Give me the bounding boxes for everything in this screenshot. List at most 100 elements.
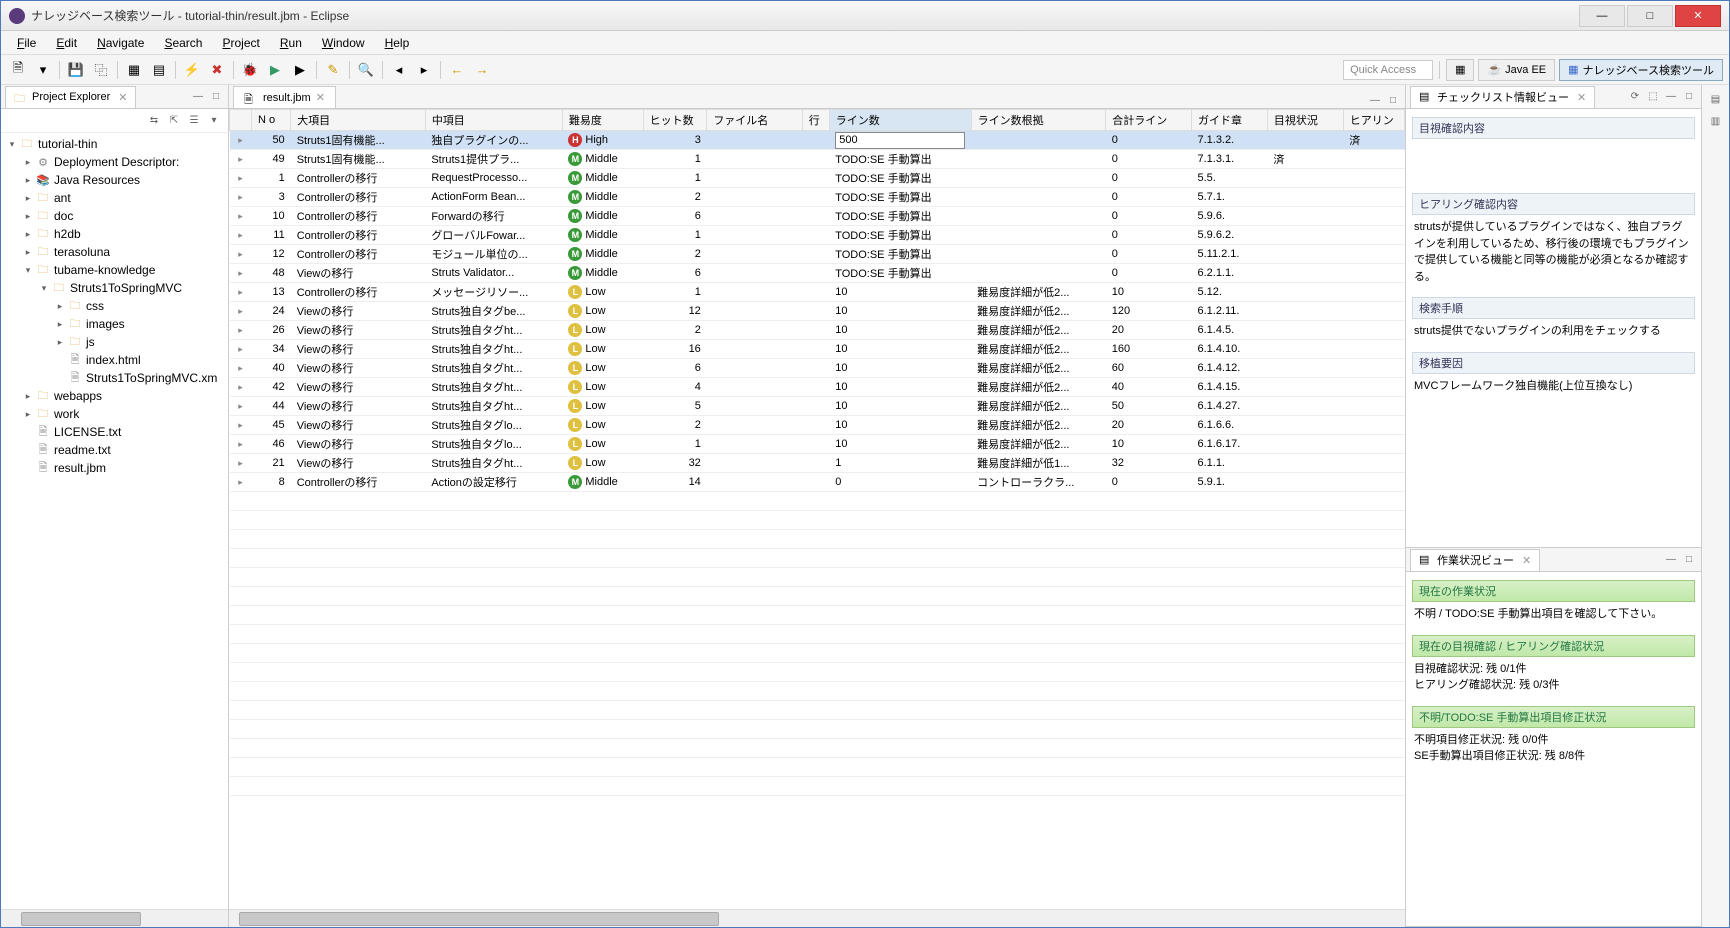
link-editor-button[interactable]: ⇱ [166, 113, 182, 129]
table-row[interactable]: ▸8Controllerの移行Actionの設定移行MMiddle140コントロ… [230, 473, 1405, 492]
column-header[interactable]: 難易度 [562, 110, 643, 131]
menu-help[interactable]: Help [375, 33, 420, 53]
row-expander[interactable]: ▸ [230, 435, 252, 454]
tree-item[interactable]: ▸🗀work [1, 405, 228, 423]
expander-icon[interactable]: ▾ [21, 265, 35, 276]
column-header[interactable]: 大項目 [291, 110, 426, 131]
column-header[interactable]: ライン数 [829, 110, 971, 131]
menu-search[interactable]: Search [154, 33, 212, 53]
expander-icon[interactable]: ▸ [53, 319, 67, 330]
tree-item[interactable]: ▸🗀h2db [1, 225, 228, 243]
expander-icon[interactable]: ▸ [53, 301, 67, 312]
row-expander[interactable]: ▸ [230, 207, 252, 226]
column-header[interactable]: ガイド章 [1191, 110, 1267, 131]
row-expander[interactable]: ▸ [230, 378, 252, 397]
column-header[interactable]: ファイル名 [707, 110, 802, 131]
row-expander[interactable]: ▸ [230, 245, 252, 264]
tree-item[interactable]: 🗎Struts1ToSpringMVC.xm [1, 369, 228, 387]
column-header[interactable]: ヒアリン [1343, 110, 1404, 131]
lines-cell[interactable]: TODO:SE 手動算出 [829, 150, 971, 169]
column-header[interactable]: N o [252, 110, 291, 131]
close-button[interactable]: ✕ [1675, 5, 1721, 27]
checklist-toolbar-1[interactable]: ⟳ [1627, 89, 1643, 105]
table-row[interactable]: ▸49Struts1固有機能...Struts1提供プラ...MMiddle1T… [230, 150, 1405, 169]
save-all-button[interactable]: ⿻ [90, 59, 112, 81]
column-header[interactable] [230, 110, 252, 131]
expander-icon[interactable]: ▸ [21, 211, 35, 222]
row-expander[interactable]: ▸ [230, 150, 252, 169]
maximize-editor-button[interactable]: □ [1385, 92, 1401, 108]
lines-cell[interactable]: 0 [829, 473, 971, 492]
project-explorer-tab[interactable]: 🗀 Project Explorer ✕ [5, 86, 136, 108]
tree-item[interactable]: ▸🗀ant [1, 189, 228, 207]
wand-button[interactable]: ⚡ [181, 59, 203, 81]
maximize-view-button[interactable]: □ [1681, 89, 1697, 105]
kb-perspective-button[interactable]: ▦ナレッジベース検索ツール [1559, 59, 1723, 81]
expander-icon[interactable]: ▸ [21, 229, 35, 240]
maximize-view-button[interactable]: □ [1681, 552, 1697, 568]
tree-item[interactable]: ▸🗀js [1, 333, 228, 351]
tree-item[interactable]: ▸🗀images [1, 315, 228, 333]
table-row[interactable]: ▸26Viewの移行Struts独自タグht...LLow210難易度詳細が低2… [230, 321, 1405, 340]
maximize-view-button[interactable]: □ [208, 89, 224, 105]
new-dropdown[interactable]: ▾ [32, 59, 54, 81]
row-expander[interactable]: ▸ [230, 340, 252, 359]
row-expander[interactable]: ▸ [230, 302, 252, 321]
lines-input[interactable] [835, 132, 965, 149]
tree-item[interactable]: ▸🗀terasoluna [1, 243, 228, 261]
minimize-button[interactable]: — [1579, 5, 1625, 27]
lines-cell[interactable]: TODO:SE 手動算出 [829, 226, 971, 245]
row-expander[interactable]: ▸ [230, 131, 252, 150]
column-header[interactable]: 目視状況 [1267, 110, 1343, 131]
menu-edit[interactable]: Edit [46, 33, 87, 53]
column-header[interactable]: 行 [802, 110, 829, 131]
run-ext-button[interactable]: ▶ [289, 59, 311, 81]
table-row[interactable]: ▸50Struts1固有機能...独自プラグインの...HHigh307.1.3… [230, 131, 1405, 150]
close-editor-icon[interactable]: ✕ [316, 91, 325, 104]
lines-cell[interactable]: 10 [829, 321, 971, 340]
table-row[interactable]: ▸1Controllerの移行RequestProcesso...MMiddle… [230, 169, 1405, 188]
row-expander[interactable]: ▸ [230, 359, 252, 378]
quick-access-input[interactable]: Quick Access [1343, 60, 1433, 80]
row-expander[interactable]: ▸ [230, 416, 252, 435]
lines-cell[interactable]: TODO:SE 手動算出 [829, 169, 971, 188]
sheet2-button[interactable]: ▤ [148, 59, 170, 81]
table-row[interactable]: ▸44Viewの移行Struts独自タグht...LLow510難易度詳細が低2… [230, 397, 1405, 416]
expander-icon[interactable]: ▸ [21, 391, 35, 402]
editor-hscrollbar[interactable] [229, 909, 1405, 927]
menu-window[interactable]: Window [312, 33, 375, 53]
close-icon[interactable]: ✕ [1522, 554, 1531, 567]
filter-button[interactable]: ☰ [186, 113, 202, 129]
save-button[interactable]: 💾 [65, 59, 87, 81]
nav-right-button[interactable]: ▸ [413, 59, 435, 81]
row-expander[interactable]: ▸ [230, 188, 252, 207]
tree-item[interactable]: 🗎index.html [1, 351, 228, 369]
tree-item[interactable]: ▾🗀Struts1ToSpringMVC [1, 279, 228, 297]
table-row[interactable]: ▸45Viewの移行Struts独自タグlo...LLow210難易度詳細が低2… [230, 416, 1405, 435]
nav-left-button[interactable]: ◂ [388, 59, 410, 81]
menu-run[interactable]: Run [270, 33, 312, 53]
tree-item[interactable]: ▸🗀webapps [1, 387, 228, 405]
lines-cell[interactable]: TODO:SE 手動算出 [829, 245, 971, 264]
tree-item[interactable]: 🗎readme.txt [1, 441, 228, 459]
lines-cell[interactable] [829, 131, 971, 150]
table-row[interactable]: ▸3Controllerの移行ActionForm Bean...MMiddle… [230, 188, 1405, 207]
minimize-editor-button[interactable]: — [1367, 92, 1383, 108]
close-tab-icon[interactable]: ✕ [118, 91, 127, 104]
project-tree[interactable]: ▾🗀tutorial-thin▸⚙Deployment Descriptor: … [1, 133, 228, 909]
lines-cell[interactable]: 10 [829, 359, 971, 378]
lines-cell[interactable]: 10 [829, 435, 971, 454]
table-row[interactable]: ▸12Controllerの移行モジュール単位の...MMiddle2TODO:… [230, 245, 1405, 264]
lines-cell[interactable]: TODO:SE 手動算出 [829, 264, 971, 283]
maximize-button[interactable]: □ [1627, 5, 1673, 27]
run-button[interactable]: ▶ [264, 59, 286, 81]
row-expander[interactable]: ▸ [230, 169, 252, 188]
row-expander[interactable]: ▸ [230, 264, 252, 283]
row-expander[interactable]: ▸ [230, 473, 252, 492]
minimize-view-button[interactable]: — [190, 89, 206, 105]
menu-file[interactable]: File [7, 33, 46, 53]
open-perspective-button[interactable]: ▦ [1446, 59, 1474, 81]
collapse-all-button[interactable]: ⇆ [146, 113, 162, 129]
checklist-toolbar-2[interactable]: ⬚ [1645, 89, 1661, 105]
search-button[interactable]: 🔍 [355, 59, 377, 81]
